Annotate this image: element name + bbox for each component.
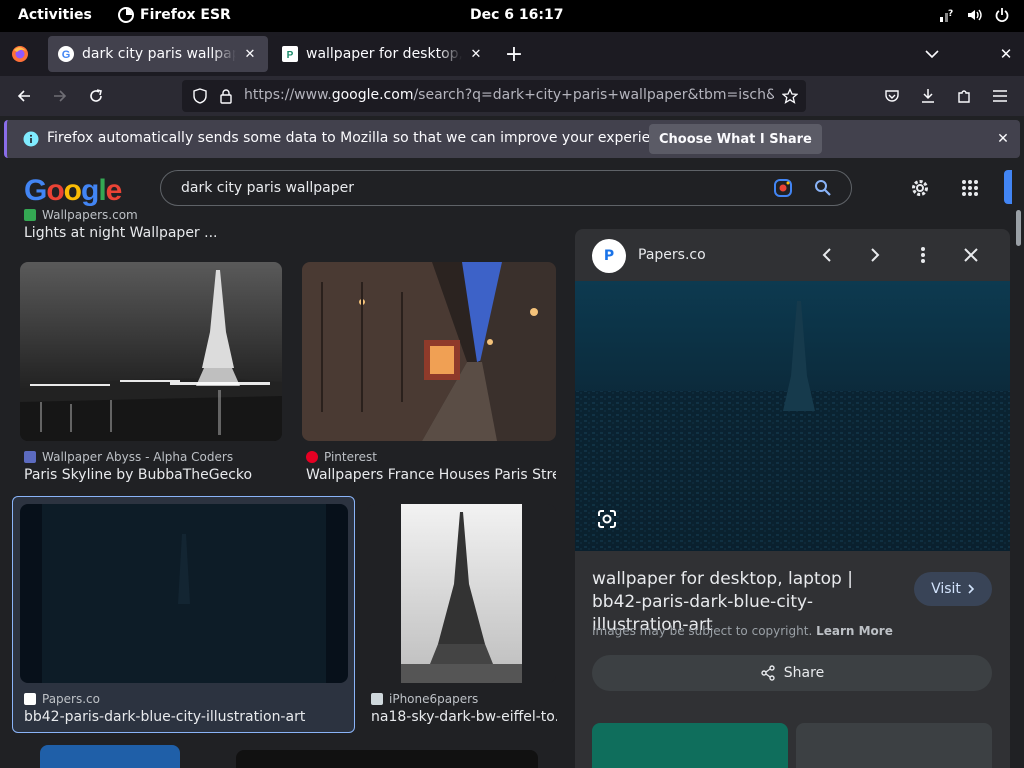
- google-apps-icon[interactable]: [958, 176, 982, 200]
- result-source[interactable]: Wallpaper Abyss - Alpha Coders: [24, 450, 233, 464]
- system-tray[interactable]: ?: [938, 6, 1010, 24]
- forward-icon[interactable]: [48, 84, 72, 108]
- network-icon: ?: [938, 6, 954, 24]
- google-logo[interactable]: Google: [24, 174, 122, 208]
- reload-icon[interactable]: [84, 84, 108, 108]
- papers-icon: P: [282, 46, 298, 62]
- info-icon: [19, 127, 43, 151]
- google-lens-icon[interactable]: [771, 176, 795, 200]
- tab-close-icon[interactable]: ✕: [242, 47, 258, 62]
- bookmark-star-icon[interactable]: [778, 84, 802, 108]
- clock[interactable]: Dec 6 16:17: [470, 7, 563, 23]
- source-favicon: [24, 209, 36, 221]
- tab-papers[interactable]: P wallpaper for desktop, laptop ✕: [272, 36, 494, 72]
- svg-text:?: ?: [948, 9, 953, 19]
- tab-title: dark city paris wallpaper: [82, 46, 236, 62]
- next-chevron-icon[interactable]: [863, 243, 887, 267]
- result-thumbnail-partial[interactable]: [40, 745, 180, 768]
- notification-message: Firefox automatically sends some data to…: [47, 130, 680, 146]
- source-favicon: [371, 693, 383, 705]
- firefox-app-icon: [118, 7, 134, 23]
- scrollbar-thumb[interactable]: [1016, 210, 1021, 246]
- chevron-right-icon: [968, 584, 975, 594]
- choose-what-i-share-button[interactable]: Choose What I Share: [649, 124, 822, 154]
- result-caption[interactable]: na18-sky-dark-bw-eiffel-to...: [371, 709, 557, 725]
- url-text[interactable]: https://www.google.com/search?q=dark+cit…: [244, 87, 774, 103]
- tab-close-icon[interactable]: ✕: [468, 47, 484, 62]
- result-thumbnail-paris-skyline[interactable]: [20, 262, 282, 441]
- learn-more-link[interactable]: Learn More: [816, 624, 893, 638]
- result-thumbnail-partial[interactable]: [236, 750, 538, 768]
- result-source[interactable]: iPhone6papers: [371, 692, 478, 706]
- navigation-toolbar: https://www.google.com/search?q=dark+cit…: [0, 76, 1024, 116]
- previous-chevron-icon[interactable]: [815, 243, 839, 267]
- lens-search-icon[interactable]: [595, 507, 619, 531]
- result-caption[interactable]: Wallpapers France Houses Paris Stre...: [306, 467, 556, 483]
- site-logo[interactable]: P: [592, 239, 626, 273]
- tab-title: wallpaper for desktop, laptop: [306, 46, 462, 62]
- extensions-icon[interactable]: [952, 84, 976, 108]
- activities-button[interactable]: Activities: [18, 7, 92, 23]
- visit-button[interactable]: Visit: [914, 572, 992, 606]
- page-scrollbar[interactable]: [1014, 162, 1024, 768]
- list-tabs-icon[interactable]: [920, 42, 944, 66]
- pinterest-icon: [306, 451, 318, 463]
- volume-icon: [966, 6, 982, 24]
- close-panel-icon[interactable]: [959, 243, 983, 267]
- tab-strip: G dark city paris wallpaper ✕ P wallpape…: [0, 32, 1024, 76]
- notification-close-icon[interactable]: ✕: [991, 127, 1015, 151]
- tab-google-search[interactable]: G dark city paris wallpaper ✕: [48, 36, 268, 72]
- result-caption[interactable]: Lights at night Wallpaper ...: [24, 225, 284, 241]
- source-favicon: [24, 451, 36, 463]
- settings-gear-icon[interactable]: [908, 176, 932, 200]
- share-icon: [761, 665, 775, 681]
- back-icon[interactable]: [12, 84, 36, 108]
- result-thumbnail-bw-eiffel[interactable]: [367, 504, 556, 683]
- result-source[interactable]: Pinterest: [306, 450, 377, 464]
- related-thumbnail[interactable]: [796, 723, 992, 768]
- new-tab-icon[interactable]: +: [502, 42, 526, 67]
- close-window-icon[interactable]: ✕: [994, 42, 1018, 66]
- result-thumbnail-paris-street[interactable]: [302, 262, 556, 441]
- lock-icon[interactable]: [214, 84, 238, 108]
- power-icon: [994, 6, 1010, 24]
- app-menu[interactable]: Firefox ESR: [118, 7, 231, 23]
- svg-text:G: G: [62, 49, 71, 61]
- firefox-view-icon[interactable]: [8, 42, 32, 66]
- data-reporting-notification: Firefox automatically sends some data to…: [4, 120, 1020, 158]
- more-options-icon[interactable]: [911, 243, 935, 267]
- downloads-icon[interactable]: [916, 84, 940, 108]
- tracking-protection-shield-icon[interactable]: [188, 84, 212, 108]
- share-button[interactable]: Share: [592, 655, 992, 691]
- menu-hamburger-icon[interactable]: [988, 84, 1012, 108]
- url-bar[interactable]: https://www.google.com/search?q=dark+cit…: [182, 80, 806, 112]
- google-header: Google dark city paris wallpaper: [0, 162, 1014, 214]
- search-input[interactable]: dark city paris wallpaper: [181, 180, 354, 196]
- search-icon[interactable]: [811, 176, 835, 200]
- result-caption[interactable]: bb42-paris-dark-blue-city-illustration-a…: [24, 709, 344, 725]
- result-source[interactable]: Papers.co: [24, 692, 100, 706]
- papers-icon: [24, 693, 36, 705]
- image-preview-panel: P Papers.co wallpaper for desktop, lapto…: [575, 229, 1010, 768]
- app-name: Firefox ESR: [140, 7, 231, 23]
- result-source[interactable]: Wallpapers.com: [24, 208, 138, 222]
- related-thumbnail[interactable]: [592, 723, 788, 768]
- account-avatar[interactable]: [1004, 170, 1012, 204]
- preview-image[interactable]: [575, 281, 1010, 551]
- google-icon: G: [58, 46, 74, 62]
- copyright-notice: Images may be subject to copyright. Lear…: [592, 624, 893, 638]
- search-box[interactable]: dark city paris wallpaper: [160, 170, 852, 206]
- system-top-bar: Activities Firefox ESR Dec 6 16:17 ?: [0, 0, 1024, 32]
- result-caption[interactable]: Paris Skyline by BubbaTheGecko: [24, 467, 284, 483]
- pocket-icon[interactable]: [880, 84, 904, 108]
- svg-text:P: P: [287, 50, 294, 61]
- site-name[interactable]: Papers.co: [638, 247, 706, 263]
- result-thumbnail-dark-blue-city[interactable]: [20, 504, 348, 683]
